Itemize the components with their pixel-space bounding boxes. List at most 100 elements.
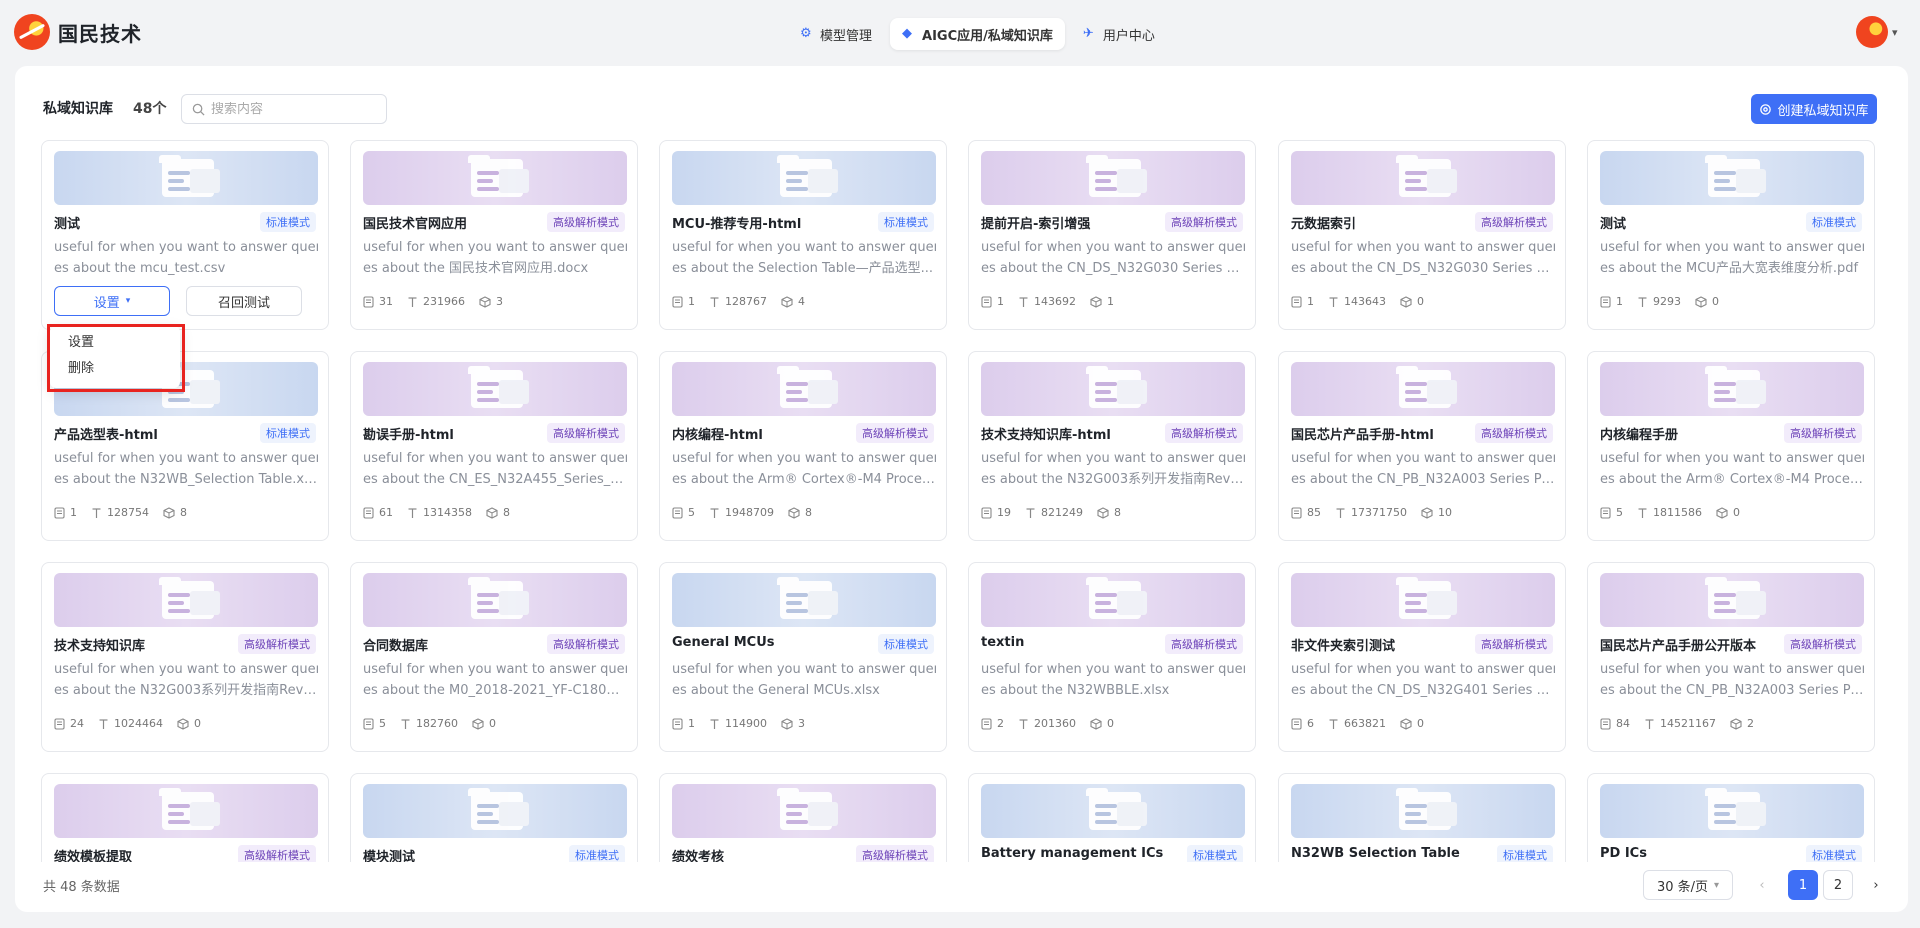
page-size-select[interactable]: 30 条/页 ▾ [1643,870,1733,900]
next-page-button[interactable]: › [1861,870,1891,900]
card-title: 内核编程-html [672,428,763,443]
mode-badge: 标准模式 [1497,845,1553,862]
prev-page-button[interactable]: ‹ [1747,870,1777,900]
logo[interactable]: 国民技术 [14,14,142,50]
kb-card[interactable]: MCU-推荐专用-html 标准模式 useful for when you wan… [659,140,947,330]
card-title: 测试 [1600,217,1627,232]
folder-illustration [363,573,627,627]
kb-card[interactable]: 内核编程-html 高级解析模式 useful for when you want … [659,351,947,541]
card-description: useful for when you want to answer queri… [1600,240,1864,276]
kb-card[interactable]: N32WB Selection Table 标准模式 [1278,773,1566,862]
kb-card[interactable]: 内核编程手册 高级解析模式 useful for when you want to … [1587,351,1875,541]
tab-model-management[interactable]: ⚙ 模型管理 [788,18,884,50]
kb-card[interactable]: 测试 标准模式 useful for when you want to answer… [1587,140,1875,330]
item-count: 3 [479,295,503,308]
menu-item-delete[interactable]: 删除 [50,356,180,382]
mode-badge: 高级解析模式 [238,634,316,654]
kb-card[interactable]: 绩效模板提取 高级解析模式 [41,773,329,862]
document-icon [981,506,992,519]
mode-badge: 高级解析模式 [1165,634,1243,654]
search-box[interactable] [181,94,387,124]
card-description: useful for when you want to answer queri… [54,240,318,276]
mode-badge: 标准模式 [1806,845,1862,862]
doc-count: 1 [1291,295,1314,308]
document-icon [363,717,374,730]
tab-user-center[interactable]: ✈ 用户中心 [1071,18,1167,50]
item-count: 0 [1695,295,1719,308]
kb-card[interactable]: General MCUs 标准模式 useful for when you want… [659,562,947,752]
page-2-button[interactable]: 2 [1823,870,1853,900]
kb-card[interactable]: 绩效考核 高级解析模式 [659,773,947,862]
card-stats: 31 231966 3 [363,295,503,308]
cube-icon [1400,717,1412,730]
doc-count: 19 [981,506,1011,519]
text-icon [1018,718,1029,730]
chevron-down-icon: ▾ [125,296,131,306]
mode-badge: 高级解析模式 [1475,212,1553,232]
card-title: 产品选型表-html [54,428,158,443]
item-count: 2 [1730,717,1754,730]
mode-badge: 高级解析模式 [1165,212,1243,232]
kb-card[interactable]: 提前开启-索引增强 高级解析模式 useful for when you want … [968,140,1256,330]
settings-button[interactable]: 设置 ▾ [54,286,170,316]
card-stats: 1 143692 1 [981,295,1114,308]
kb-card[interactable]: 测试 标准模式 useful for when you want to answer… [41,140,329,330]
total-count: 共 48 条数据 [43,880,120,895]
kb-card[interactable]: textin 高级解析模式 useful for when you want to … [968,562,1256,752]
char-count: 1314358 [407,506,472,519]
card-description: useful for when you want to answer queri… [363,451,627,487]
document-icon [1600,717,1611,730]
kb-card[interactable]: Battery management ICs 标准模式 [968,773,1256,862]
cube-icon [177,717,189,730]
page-1-button[interactable]: 1 [1788,870,1818,900]
mode-badge: 高级解析模式 [1784,634,1862,654]
card-description: useful for when you want to answer queri… [54,451,318,487]
document-icon [981,295,992,308]
search-input[interactable] [211,101,381,117]
kb-card[interactable]: PD ICs 标准模式 [1587,773,1875,862]
mode-badge: 标准模式 [260,423,316,443]
item-count: 0 [1716,506,1740,519]
char-count: 114900 [709,717,767,730]
text-icon [709,718,720,730]
kb-card[interactable]: 技术支持知识库-html 高级解析模式 useful for when you wa… [968,351,1256,541]
document-icon [363,506,374,519]
menu-item-settings[interactable]: 设置 [50,330,180,356]
card-stats: 61 1314358 8 [363,506,510,519]
card-title: 技术支持知识库 [54,639,146,654]
kb-card[interactable]: 勘误手册-html 高级解析模式 useful for when you want … [350,351,638,541]
kb-card[interactable]: 国民技术官网应用 高级解析模式 useful for when you want t… [350,140,638,330]
kb-card[interactable]: 模块测试 标准模式 [350,773,638,862]
kb-card[interactable]: 合同数据库 高级解析模式 useful for when you want to a… [350,562,638,752]
card-description: useful for when you want to answer queri… [981,451,1245,487]
char-count: 231966 [407,295,465,308]
kb-card[interactable]: 元数据索引 高级解析模式 useful for when you want to a… [1278,140,1566,330]
card-title: 勘误手册-html [363,428,454,443]
card-title: 模块测试 [363,850,416,862]
char-count: 1024464 [98,717,163,730]
cube-icon [1695,295,1707,308]
card-stats: 19 821249 8 [981,506,1121,519]
item-count: 1 [1090,295,1114,308]
kb-card[interactable]: 国民芯片产品手册-html 高级解析模式 useful for when you w… [1278,351,1566,541]
tab-aigc-knowledge-base[interactable]: ◆ AIGC应用/私域知识库 [890,18,1065,50]
chevron-down-icon[interactable]: ▾ [1892,26,1898,39]
kb-card[interactable]: 技术支持知识库 高级解析模式 useful for when you want to… [41,562,329,752]
avatar[interactable] [1856,16,1888,48]
doc-count: 61 [363,506,393,519]
folder-illustration [981,784,1245,838]
document-icon [672,295,683,308]
doc-count: 1 [672,717,695,730]
doc-count: 5 [1600,506,1623,519]
card-title: 非文件夹索引测试 [1291,639,1396,654]
char-count: 128754 [91,506,149,519]
doc-count: 1 [672,295,695,308]
recall-test-button[interactable]: 召回测试 [186,286,302,316]
card-description: useful for when you want to answer queri… [54,662,318,698]
create-kb-button[interactable]: 创建私域知识库 [1751,94,1877,124]
kb-card[interactable]: 国民芯片产品手册公开版本 高级解析模式 useful for when you wa… [1587,562,1875,752]
card-description: useful for when you want to answer queri… [1291,662,1555,698]
folder-illustration [981,151,1245,205]
kb-card[interactable]: 非文件夹索引测试 高级解析模式 useful for when you want t… [1278,562,1566,752]
card-stats: 85 17371750 10 [1291,506,1452,519]
